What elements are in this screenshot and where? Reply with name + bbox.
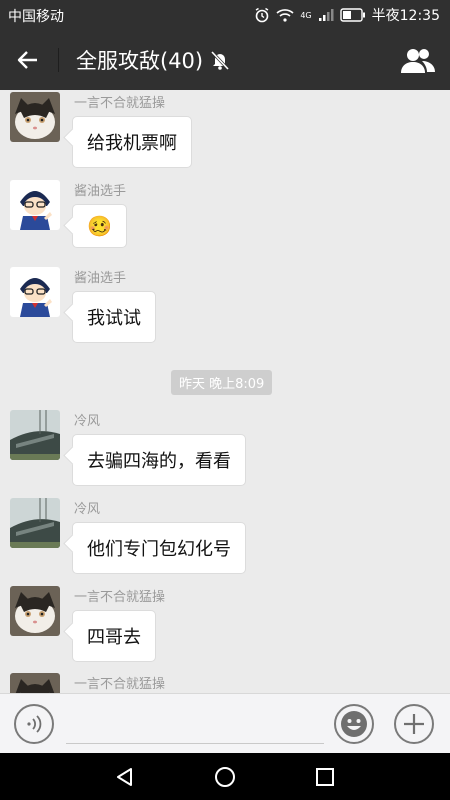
sender-name: 冷风 xyxy=(74,502,101,517)
voice-button[interactable] xyxy=(14,704,54,744)
chat-area[interactable]: 一言不合就猛操 给我机票啊 酱油选手 🥴 酱油选手 我试试 昨天 晚上8:09 … xyxy=(0,90,450,693)
battery-icon xyxy=(339,8,365,22)
sender-name: 酱油选手 xyxy=(74,184,127,199)
input-bar xyxy=(0,693,450,753)
message-input[interactable] xyxy=(66,704,324,744)
group-members-icon xyxy=(401,49,435,73)
avatar-cat[interactable] xyxy=(10,586,60,636)
time-divider: 昨天 晚上8:09 xyxy=(171,370,273,395)
chat-header: 全服攻敌(40) xyxy=(0,30,450,90)
signal-icon xyxy=(318,9,334,21)
alarm-icon xyxy=(255,7,269,23)
wifi-icon xyxy=(276,9,294,22)
plus-icon xyxy=(404,714,424,734)
message-bubble[interactable]: 给我机票啊 xyxy=(72,116,192,168)
nav-recent-button[interactable] xyxy=(310,762,340,792)
status-bar: 中国移动 4G 半夜12:35 xyxy=(0,0,450,30)
sender-name: 一言不合就猛操 xyxy=(74,677,166,692)
message-bubble[interactable]: 🥴 xyxy=(72,204,127,248)
voice-icon xyxy=(27,715,42,733)
message-bubble[interactable]: 去骗四海的，看看 xyxy=(72,434,246,486)
network-type: 4G xyxy=(300,10,312,20)
message-bubble[interactable]: 四哥去 xyxy=(72,610,156,662)
chat-title: 全服攻敌(40) xyxy=(76,49,204,73)
emoji-icon xyxy=(341,711,367,737)
message-bubble[interactable]: 我试试 xyxy=(72,291,156,343)
carrier-name: 中国移动 xyxy=(8,9,64,25)
group-members-button[interactable] xyxy=(398,42,438,78)
back-arrow-icon xyxy=(17,51,37,69)
avatar-cat[interactable] xyxy=(10,92,60,142)
clock: 半夜12:35 xyxy=(371,8,440,24)
header-divider xyxy=(58,48,59,72)
message-bubble[interactable]: 他们专门包幻化号 xyxy=(72,522,246,574)
sender-name: 酱油选手 xyxy=(74,271,127,286)
back-button[interactable] xyxy=(10,42,46,78)
nav-back-icon xyxy=(117,768,132,786)
avatar-conan[interactable] xyxy=(10,267,60,317)
more-button[interactable] xyxy=(394,704,434,744)
emoji-button[interactable] xyxy=(334,704,374,744)
chat-title-wrap: 全服攻敌(40) xyxy=(76,45,231,75)
bell-muted-icon xyxy=(211,50,230,71)
nav-home-button[interactable] xyxy=(210,762,240,792)
status-icons: 4G 半夜12:35 xyxy=(254,5,440,25)
nav-recent-icon xyxy=(316,768,334,786)
avatar-building[interactable] xyxy=(10,498,60,548)
nav-home-icon xyxy=(215,767,235,787)
sender-name: 一言不合就猛操 xyxy=(74,590,166,605)
avatar-building[interactable] xyxy=(10,410,60,460)
avatar-conan[interactable] xyxy=(10,180,60,230)
sender-name: 一言不合就猛操 xyxy=(74,96,166,111)
sender-name: 冷风 xyxy=(74,414,101,429)
nav-back-button[interactable] xyxy=(110,762,140,792)
system-nav-bar xyxy=(0,753,450,800)
avatar-cat[interactable] xyxy=(10,673,60,693)
